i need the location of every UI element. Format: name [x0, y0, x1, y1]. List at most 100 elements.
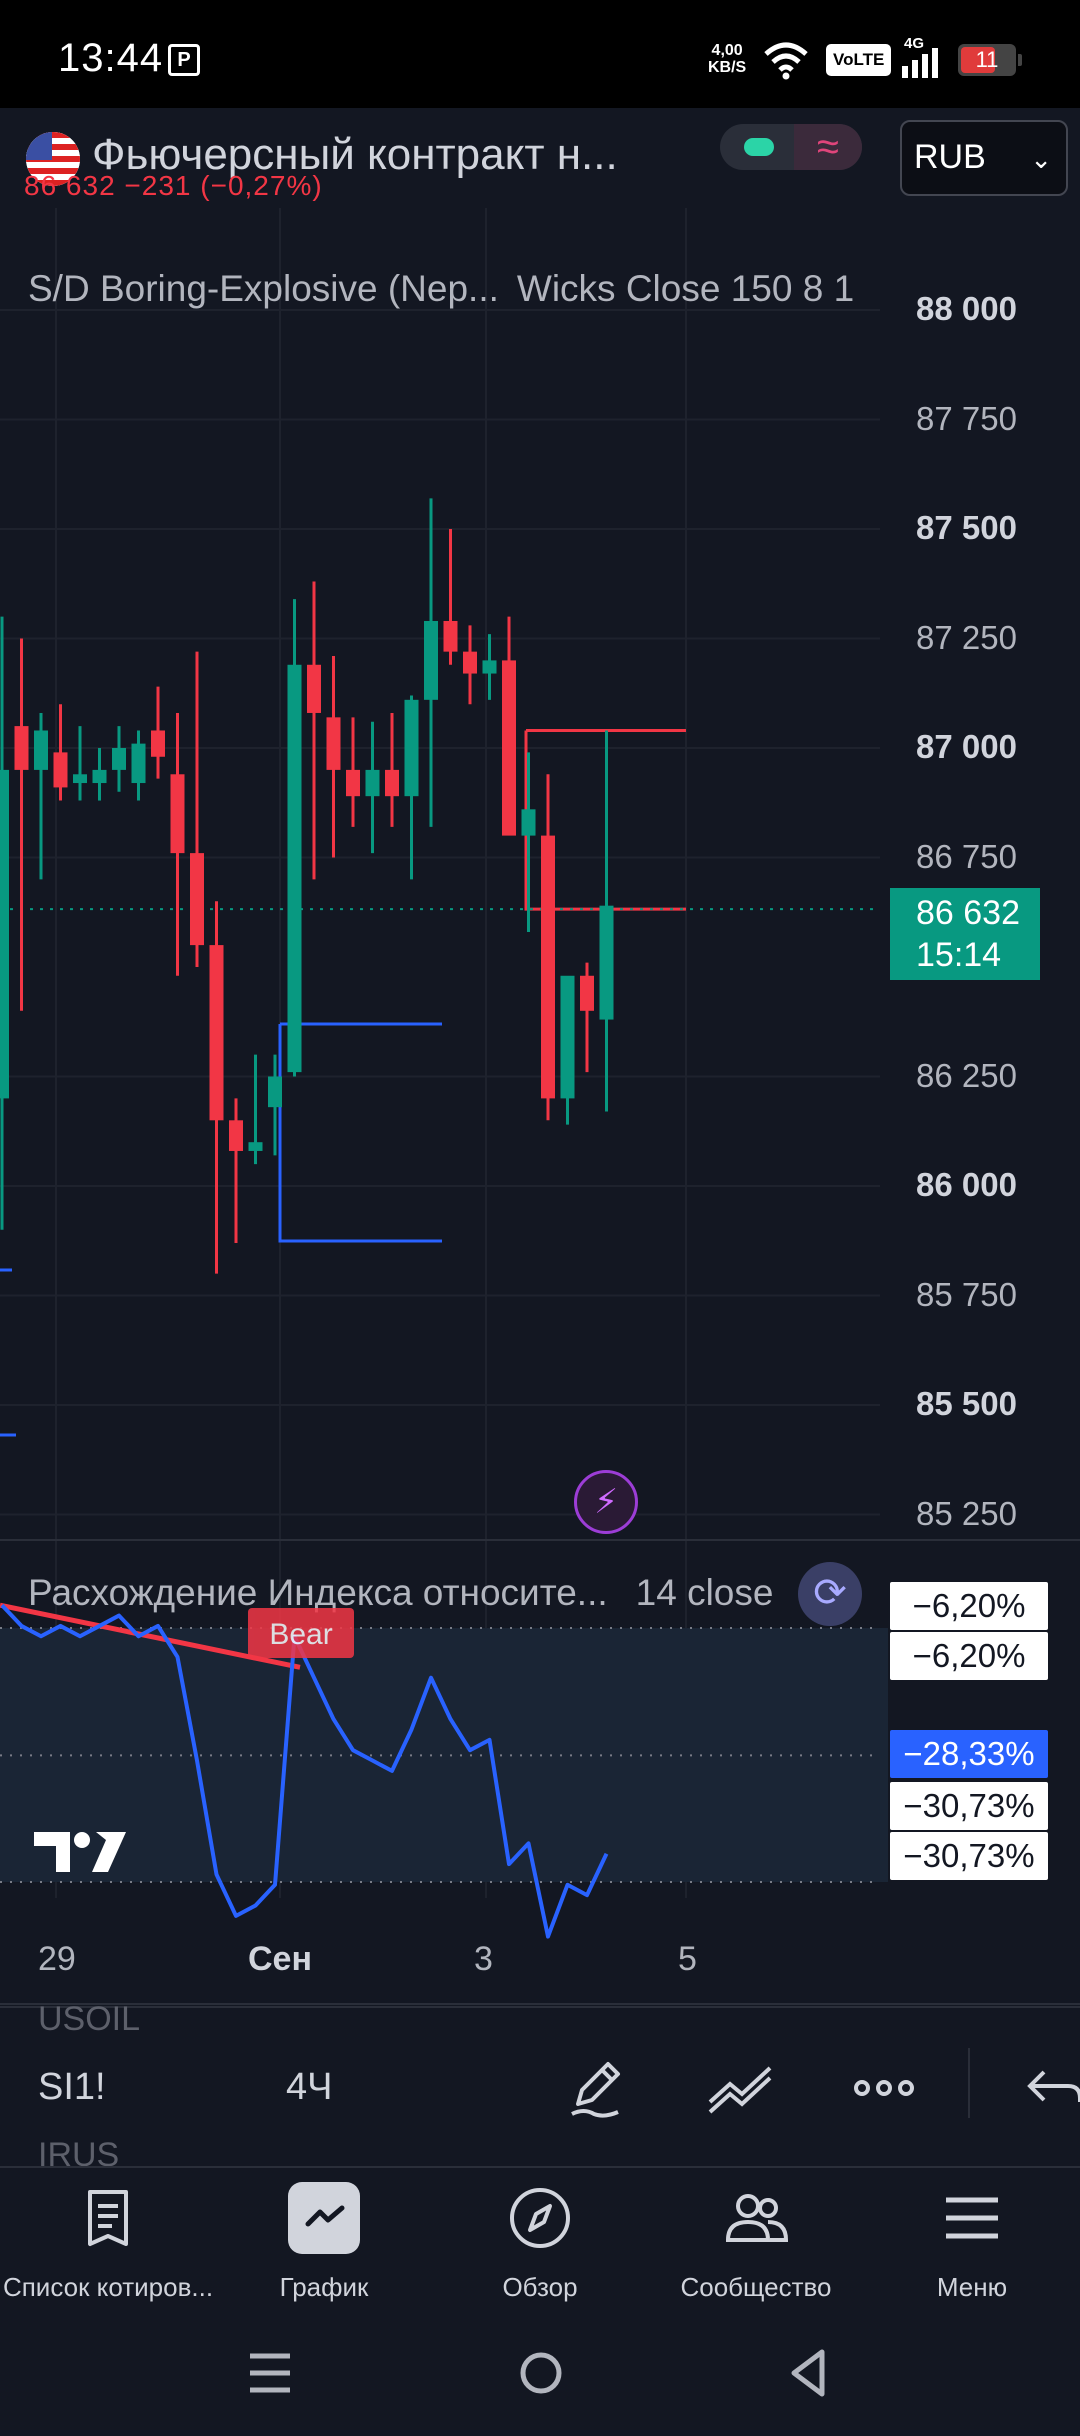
price-axis-label: 87 750 — [916, 399, 1017, 437]
candle-body — [14, 726, 29, 770]
bear-divergence-label: Bear — [248, 1608, 354, 1658]
nav-chart[interactable]: График — [216, 2168, 432, 2318]
lightning-icon[interactable]: ⚡ — [574, 1470, 638, 1534]
price-axis-label: 85 750 — [916, 1275, 1017, 1313]
market-status-toggle[interactable]: ≈ — [720, 124, 862, 170]
ticker-button[interactable]: SI1! — [38, 2066, 106, 2109]
wave-icon: ≈ — [794, 124, 862, 170]
chevron-down-icon: ⌄ — [1030, 144, 1052, 174]
nav-label: Обзор — [502, 2272, 578, 2302]
price-axis-label: 87 250 — [916, 618, 1017, 656]
candle-body — [346, 769, 360, 797]
status-bar: 13:44 P 4,00 KB/S VoLTE 4G 11 — [0, 0, 1080, 108]
chart-header: Фьючерсный контракт н... 86 632 −231 (−0… — [0, 108, 1080, 208]
oscillator-params: 14 close — [635, 1572, 774, 1613]
indicator-name: S/D Boring-Explosive (Nep... — [28, 268, 499, 309]
indicator-legend[interactable]: S/D Boring-Explosive (Nep... Wicks Close … — [28, 268, 854, 310]
oscillator-band — [0, 1628, 888, 1882]
chart-toolbar: USOIL SI1! IRUS 4Ч — [0, 2000, 1080, 2174]
candle-body — [151, 730, 165, 757]
oscillator-value-tag: −6,20% — [890, 1582, 1048, 1630]
price-axis-label: 85 250 — [916, 1494, 1017, 1532]
currency-select[interactable]: RUB ⌄ — [900, 120, 1068, 196]
oscillator-value-tag: −30,73% — [890, 1782, 1048, 1830]
oscillator-value-tag: −28,33% — [890, 1730, 1048, 1778]
clock: 13:44 — [58, 36, 164, 80]
timeframe-button[interactable]: 4Ч — [286, 2066, 332, 2109]
nav-community[interactable]: Сообщество — [648, 2168, 864, 2318]
menu-icon — [946, 2197, 998, 2239]
candle-body — [73, 774, 87, 784]
oscillator-name: Расхождение Индекса относите... — [28, 1572, 608, 1613]
candle-body — [190, 853, 204, 946]
indicator-params: Wicks Close 150 8 1 — [516, 268, 855, 309]
nav-watchlist[interactable]: Список котиров... — [0, 2168, 216, 2318]
parking-icon: P — [168, 44, 200, 76]
trend-lines-icon[interactable] — [704, 2052, 776, 2124]
candle-body — [131, 743, 146, 784]
nav-label: Меню — [936, 2272, 1008, 2302]
recent-apps-icon[interactable] — [246, 2346, 294, 2400]
candle-body — [287, 664, 302, 1073]
svg-text:4G: 4G — [904, 36, 924, 52]
price-axis-label: 87 500 — [916, 509, 1017, 546]
price-axis-label: 86 000 — [916, 1166, 1017, 1203]
current-price-tag: 86 632 15:14 — [890, 888, 1040, 980]
home-icon[interactable] — [516, 2346, 566, 2400]
candle-body — [112, 748, 126, 770]
candle-body — [92, 769, 107, 784]
community-icon — [725, 2194, 789, 2242]
undo-icon[interactable] — [1018, 2052, 1080, 2124]
nav-menu[interactable]: Меню — [864, 2168, 1080, 2318]
candle-body — [560, 975, 575, 1099]
watchlist-icon — [88, 2190, 128, 2246]
system-navigation-bar — [0, 2316, 1080, 2436]
bottom-navigation: Список котиров... График Обзор Сообществ… — [0, 2166, 1080, 2316]
candle-body — [229, 1120, 243, 1151]
nav-label: Сообщество — [680, 2272, 832, 2302]
back-icon[interactable] — [784, 2346, 832, 2400]
candle-body — [541, 835, 555, 1099]
time-axis-label: 29 — [38, 1940, 76, 1978]
price-axis-label: 86 750 — [916, 837, 1017, 875]
candle-body — [0, 769, 9, 1099]
signal-icon: 4G — [902, 36, 938, 78]
candle-body — [170, 774, 185, 854]
candle-body — [365, 769, 380, 797]
price-axis-label: 85 500 — [916, 1385, 1017, 1422]
candle-body — [443, 620, 458, 652]
refresh-icon[interactable]: ⟳ — [798, 1562, 862, 1626]
price-axis-label: 88 000 — [916, 290, 1017, 327]
candle-body — [580, 975, 594, 1011]
candle-body — [404, 699, 419, 797]
bar-countdown: 15:14 — [916, 936, 1002, 974]
compass-icon — [510, 2188, 570, 2248]
tradingview-logo — [34, 1832, 126, 1872]
chart-icon — [288, 2182, 360, 2254]
candle-body — [34, 730, 48, 770]
time-axis-label: Сен — [248, 1940, 312, 1978]
candle-body — [502, 660, 516, 836]
candle-body — [599, 905, 614, 1020]
oscillator-value-tag: −30,73% — [890, 1832, 1048, 1880]
symbol-scroll-prev[interactable]: USOIL — [38, 2000, 140, 2039]
more-icon[interactable] — [848, 2052, 920, 2124]
demand-zone — [278, 1022, 442, 1243]
candle-body — [248, 1142, 263, 1151]
pen-icon[interactable] — [560, 2052, 632, 2124]
oscillator-value-tag: −6,20% — [890, 1632, 1048, 1680]
nav-overview[interactable]: Обзор — [432, 2168, 648, 2318]
currency-value: RUB — [914, 138, 986, 176]
battery-icon: 11 — [958, 44, 1022, 76]
market-open-dot — [744, 138, 774, 156]
time-axis-label: 3 — [474, 1940, 493, 1978]
wifi-icon — [764, 42, 808, 80]
candle-body — [326, 717, 341, 770]
nav-label: График — [279, 2272, 369, 2302]
candle-body — [424, 620, 438, 700]
price-axis-label: 86 250 — [916, 1056, 1017, 1094]
candle-body — [482, 660, 497, 674]
candle-body — [268, 1076, 282, 1108]
oscillator-legend[interactable]: Расхождение Индекса относите... 14 close — [28, 1572, 888, 1614]
volte-badge: VoLTE — [826, 44, 892, 76]
